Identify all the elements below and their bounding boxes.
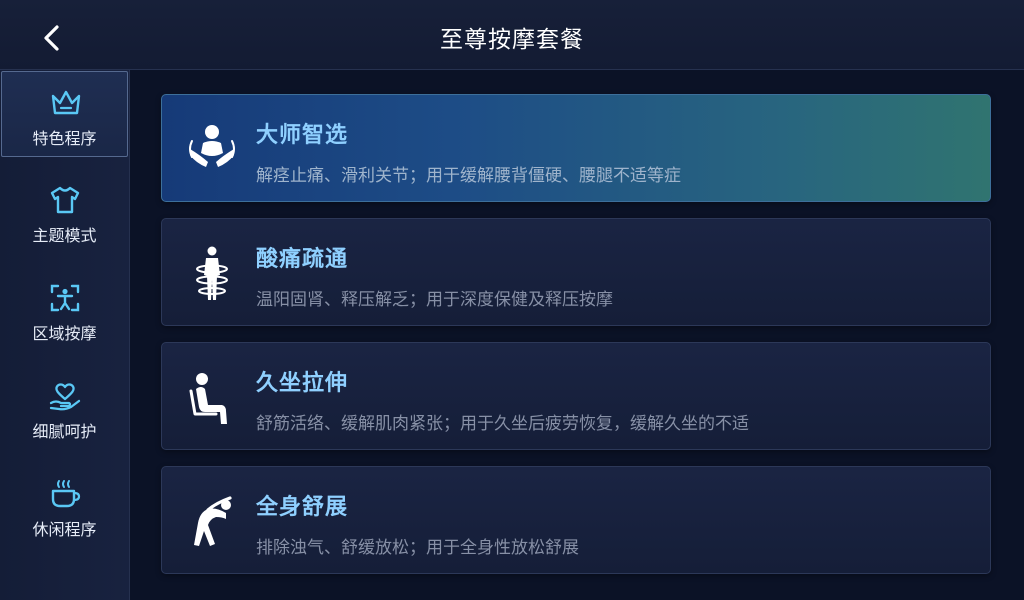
sidebar-item-featured[interactable]: 特色程序 [1, 71, 128, 157]
program-description: 排除浊气、舒缓放松；用于全身性放松舒展 [256, 538, 579, 558]
sidebar-item-label: 区域按摩 [32, 324, 97, 343]
sidebar-item-zone[interactable]: 区域按摩 [1, 267, 128, 353]
page-title: 至尊按摩套餐 [440, 27, 584, 53]
stretching-person-icon [186, 493, 238, 553]
heart-hand-icon [48, 379, 82, 413]
sidebar-item-theme[interactable]: 主题模式 [1, 169, 128, 255]
body-rings-icon [186, 245, 238, 305]
sidebar-item-label: 细腻呵护 [32, 422, 97, 441]
program-description: 解痉止痛、滑利关节；用于缓解腰背僵硬、腰腿不适等症 [256, 166, 681, 186]
sitting-person-icon [186, 369, 238, 429]
sidebar-item-leisure[interactable]: 休闲程序 [1, 463, 128, 549]
program-card-sitting[interactable]: 久坐拉伸 舒筋活络、缓解肌肉紧张；用于久坐后疲劳恢复，缓解久坐的不适 [161, 342, 991, 450]
app-window: 至尊按摩套餐 特色程序 主题模式 区域按摩 细腻呵护 休闲程序 大师智选 解痉止… [0, 0, 1024, 600]
sidebar-item-label: 休闲程序 [32, 520, 97, 539]
tshirt-icon [48, 183, 82, 217]
sidebar-item-label: 主题模式 [32, 226, 97, 245]
coffee-cup-icon [48, 477, 82, 511]
program-description: 温阳固肾、释压解乏；用于深度保健及释压按摩 [256, 290, 613, 310]
program-description: 舒筋活络、缓解肌肉紧张；用于久坐后疲劳恢复，缓解久坐的不适 [256, 414, 749, 434]
program-title: 久坐拉伸 [256, 371, 349, 396]
sidebar: 特色程序 主题模式 区域按摩 细腻呵护 休闲程序 [0, 70, 130, 600]
program-list: 大师智选 解痉止痛、滑利关节；用于缓解腰背僵硬、腰腿不适等症 酸痛疏通 温阳固肾… [130, 70, 1024, 600]
header-bar: 至尊按摩套餐 [0, 0, 1024, 70]
body-scan-icon [48, 281, 82, 315]
program-card-stretch[interactable]: 全身舒展 排除浊气、舒缓放松；用于全身性放松舒展 [161, 466, 991, 574]
program-title: 酸痛疏通 [256, 247, 349, 272]
program-card-soreness[interactable]: 酸痛疏通 温阳固肾、释压解乏；用于深度保健及释压按摩 [161, 218, 991, 326]
sidebar-item-care[interactable]: 细腻呵护 [1, 365, 128, 451]
massage-hands-icon [186, 121, 238, 181]
crown-icon [49, 86, 83, 120]
program-title: 大师智选 [256, 123, 349, 148]
program-title: 全身舒展 [256, 495, 349, 520]
program-card-master[interactable]: 大师智选 解痉止痛、滑利关节；用于缓解腰背僵硬、腰腿不适等症 [161, 94, 991, 202]
sidebar-item-label: 特色程序 [32, 129, 97, 148]
